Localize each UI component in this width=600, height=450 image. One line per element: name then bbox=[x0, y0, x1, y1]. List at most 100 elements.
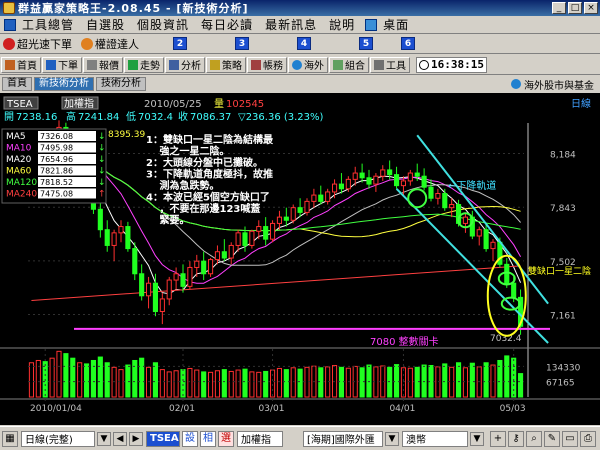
candlestick-chart[interactable]: TSEA 加權指 2010/05/25 量 102545 日線 開 7238.1… bbox=[0, 93, 600, 425]
clock-icon bbox=[419, 59, 429, 70]
prev-icon[interactable]: ◀ bbox=[113, 431, 127, 446]
chart-panel[interactable]: TSEA 加權指 2010/05/25 量 102545 日線 開 7238.1… bbox=[0, 93, 600, 425]
candle-body bbox=[235, 232, 241, 246]
candle-body bbox=[187, 266, 193, 287]
quick-slot-6[interactable]: 6 bbox=[401, 37, 415, 50]
volume-bar bbox=[83, 363, 90, 398]
menu-desktop[interactable]: 桌面 bbox=[377, 16, 415, 33]
candle-body bbox=[214, 251, 221, 261]
overseas-button[interactable]: 海外 bbox=[288, 56, 328, 73]
quick-slot-2[interactable]: 2 bbox=[173, 37, 187, 50]
minimize-button[interactable]: _ bbox=[552, 2, 566, 14]
legend-arrow: ↑ bbox=[98, 190, 106, 200]
maximize-button[interactable]: □ bbox=[568, 2, 582, 14]
legend-name: MA240 bbox=[6, 190, 37, 200]
account-button[interactable]: 帳務 bbox=[247, 56, 287, 73]
volume-bar bbox=[118, 369, 124, 398]
quick-bar: 超光速下單 權證達人 2 3 4 5 6 bbox=[0, 34, 600, 54]
print-icon[interactable]: ⎙ bbox=[580, 430, 596, 447]
menu-daily-read[interactable]: 每日必讀 bbox=[195, 16, 259, 33]
candle-body bbox=[118, 226, 124, 234]
period-select[interactable]: 日線(完整) bbox=[21, 430, 95, 447]
strategy-icon bbox=[210, 59, 220, 70]
volume-bar bbox=[318, 367, 324, 398]
menu-tools[interactable]: 工具總管 bbox=[16, 16, 80, 33]
key-icon[interactable]: ⚷ bbox=[508, 430, 524, 447]
tab-technical-analysis[interactable]: 技術分析 bbox=[96, 77, 146, 91]
search-icon[interactable]: ⌕ bbox=[526, 430, 542, 447]
quote-button[interactable]: 報價 bbox=[83, 56, 123, 73]
quick-slot-4[interactable]: 4 bbox=[297, 37, 311, 50]
overseas-market-link[interactable]: 海外股市與基金 bbox=[511, 77, 594, 92]
quick-order-link[interactable]: 超光速下單 bbox=[3, 36, 72, 52]
header-volume: 102545 bbox=[226, 99, 264, 110]
menu-watchlist[interactable]: 自選股 bbox=[80, 16, 131, 33]
home-button[interactable]: 首頁 bbox=[1, 56, 41, 73]
pencil-icon[interactable]: ✎ bbox=[544, 430, 560, 447]
quick-slot-3[interactable]: 3 bbox=[235, 37, 249, 50]
warrant-master-link[interactable]: 權證達人 bbox=[81, 36, 139, 52]
eraser-icon[interactable]: ▭ bbox=[562, 430, 578, 447]
quick-slot-5[interactable]: 5 bbox=[359, 37, 373, 50]
tab-home[interactable]: 首頁 bbox=[2, 77, 32, 91]
home-icon bbox=[5, 59, 15, 70]
plus-icon[interactable]: + bbox=[490, 430, 506, 447]
menu-latest-news[interactable]: 最新訊息 bbox=[259, 16, 323, 33]
peak-label: 8395.39 bbox=[108, 130, 145, 140]
strategy-button[interactable]: 策略 bbox=[206, 56, 246, 73]
product-select[interactable]: 澳幣 bbox=[402, 430, 468, 447]
market-select[interactable]: [海期]國際外匯 bbox=[303, 430, 383, 447]
candle-body bbox=[449, 204, 455, 209]
order-button[interactable]: 下單 bbox=[42, 56, 82, 73]
product-dropdown-icon[interactable]: ▼ bbox=[470, 431, 484, 446]
candle-body bbox=[414, 172, 420, 177]
volume-bar bbox=[442, 363, 448, 398]
analysis-button[interactable]: 分析 bbox=[165, 56, 205, 73]
account-icon bbox=[251, 59, 261, 70]
legend-name: MA10 bbox=[6, 144, 32, 154]
volume-bar bbox=[421, 364, 427, 398]
low-value: 7032.4 bbox=[138, 112, 173, 123]
legend-value: 7495.98 bbox=[40, 144, 73, 153]
candle-body bbox=[180, 273, 186, 287]
volume-bar bbox=[490, 364, 496, 398]
candle-body bbox=[387, 169, 393, 176]
volume-bar bbox=[366, 364, 372, 398]
close-button[interactable]: × bbox=[584, 2, 598, 14]
candle-body bbox=[104, 229, 110, 246]
next-icon[interactable]: ▶ bbox=[129, 431, 143, 446]
candle-body bbox=[442, 193, 448, 209]
analysis-notes: 1：雙缺口一星二陰為結構最 強之一星二陰。2：大頭線分盤中已攤破。3：下降軌道角… bbox=[146, 133, 274, 227]
gap-circle-1 bbox=[407, 188, 428, 209]
candle-body bbox=[166, 279, 172, 300]
system-menu-icon[interactable] bbox=[4, 18, 16, 31]
volume-bar bbox=[483, 362, 489, 398]
menu-stock-info[interactable]: 個股資訊 bbox=[131, 16, 195, 33]
overseas-label: 海外 bbox=[304, 61, 324, 72]
add-indicator-button[interactable]: 設 bbox=[182, 430, 198, 447]
volume-bar bbox=[201, 371, 207, 398]
candle-body bbox=[318, 194, 324, 202]
gap-label: 雙缺口一星二陰 bbox=[528, 265, 591, 277]
change-value: ▽236.36 (3.23%) bbox=[238, 112, 324, 123]
market-dropdown-icon[interactable]: ▼ bbox=[385, 431, 399, 446]
trend-label: ←下降軌道 bbox=[448, 179, 496, 192]
combo-button[interactable]: 組合 bbox=[329, 56, 369, 73]
menu-help[interactable]: 說明 bbox=[323, 16, 361, 33]
index-mode-field[interactable]: 加權指 bbox=[237, 430, 283, 447]
quick-order-label: 超光速下單 bbox=[17, 37, 72, 51]
window-title: 群益贏家策略王-2.08.45 - [新技術分析] bbox=[18, 2, 249, 15]
tools-button[interactable]: 工具 bbox=[370, 56, 410, 73]
period-dropdown-icon[interactable]: ▼ bbox=[97, 431, 111, 446]
quick-order-icon bbox=[3, 37, 15, 50]
trend-button[interactable]: 走勢 bbox=[124, 56, 164, 73]
symbol-input[interactable]: TSEA bbox=[146, 430, 180, 447]
volume-bar bbox=[159, 369, 165, 398]
select-button[interactable]: 選 bbox=[218, 430, 234, 447]
candle-body bbox=[159, 298, 165, 313]
candle-body bbox=[352, 172, 358, 180]
warrant-master-label: 權證達人 bbox=[95, 37, 139, 51]
grid-icon[interactable]: ▦ bbox=[2, 430, 18, 447]
tab-new-technical-analysis[interactable]: 新技術分析 bbox=[34, 77, 94, 91]
edit-indicator-button[interactable]: 相 bbox=[200, 430, 216, 447]
